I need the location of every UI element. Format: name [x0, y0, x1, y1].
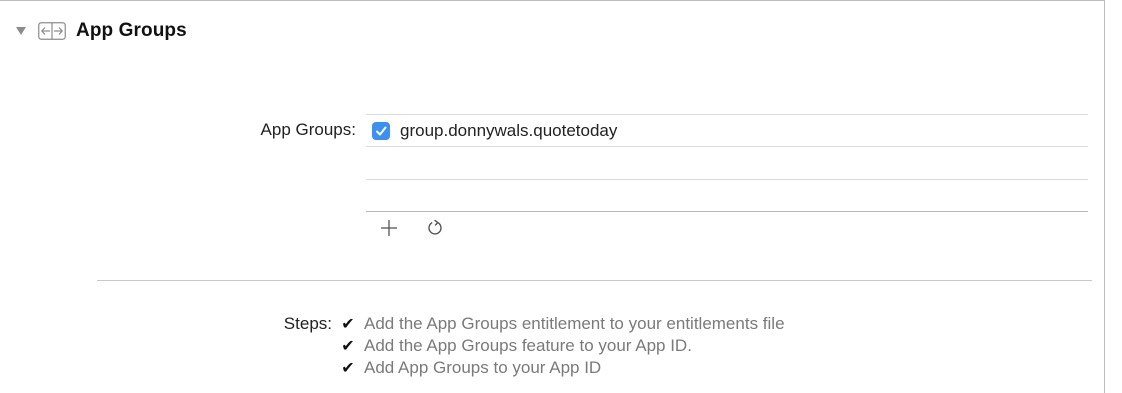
section-divider	[97, 280, 1092, 281]
group-checkbox[interactable]	[372, 121, 390, 140]
step-item: ✔ Add App Groups to your App ID	[338, 357, 785, 379]
add-group-button[interactable]	[376, 215, 402, 241]
app-groups-capability-panel: App Groups App Groups: group.donnywals.q…	[0, 0, 1122, 393]
checkmark-icon	[376, 126, 387, 135]
group-name: group.donnywals.quotetoday	[400, 120, 618, 140]
panel-top-border	[0, 0, 1104, 1]
plus-icon	[381, 220, 397, 236]
step-checkmark-icon: ✔	[341, 338, 355, 355]
step-text: Add the App Groups feature to your App I…	[364, 336, 692, 355]
steps-label: Steps:	[283, 314, 332, 333]
table-action-bar	[376, 214, 468, 242]
row-divider	[366, 179, 1088, 180]
step-checkmark-icon: ✔	[341, 360, 355, 377]
step-checkmark-icon: ✔	[341, 316, 355, 333]
table-row[interactable]: group.donnywals.quotetoday	[366, 115, 1088, 146]
step-item: ✔ Add the App Groups entitlement to your…	[338, 313, 785, 335]
refresh-icon	[428, 219, 442, 235]
section-title: App Groups	[76, 20, 187, 41]
row-divider	[366, 146, 1088, 147]
step-item: ✔ Add the App Groups feature to your App…	[338, 335, 785, 357]
step-text: Add the App Groups entitlement to your e…	[364, 314, 785, 333]
step-text: Add App Groups to your App ID	[364, 358, 602, 377]
app-groups-icon	[38, 22, 66, 40]
table-bottom-border	[366, 211, 1088, 212]
refresh-button[interactable]	[422, 215, 448, 241]
steps-list: ✔ Add the App Groups entitlement to your…	[338, 313, 785, 379]
panel-right-border	[1104, 0, 1105, 393]
triangle-down-icon[interactable]	[14, 24, 28, 38]
app-groups-label: App Groups:	[260, 120, 356, 139]
section-header[interactable]: App Groups	[14, 19, 187, 43]
